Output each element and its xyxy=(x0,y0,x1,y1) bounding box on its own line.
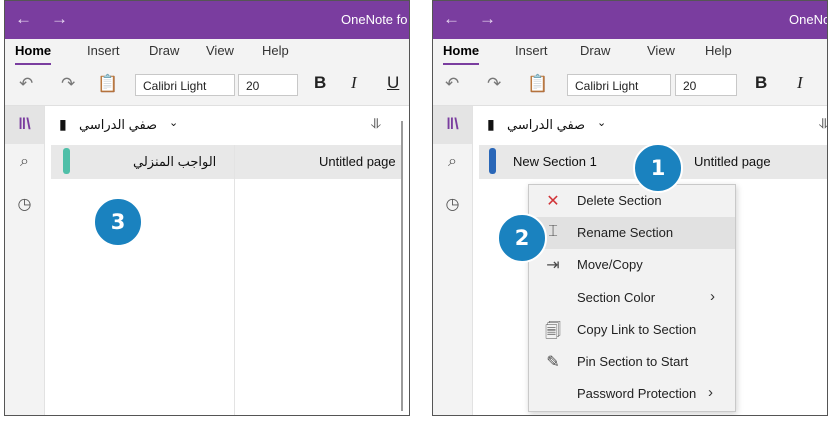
tab-draw[interactable]: Draw xyxy=(580,43,610,58)
chevron-right-icon: › xyxy=(710,288,715,305)
font-name-field[interactable]: Calibri Light xyxy=(567,74,671,96)
tab-view[interactable]: View xyxy=(647,43,675,58)
sort-icon[interactable]: ⥥ xyxy=(371,115,381,132)
page-name: Untitled page xyxy=(694,154,771,169)
clipboard-icon[interactable]: 📋 xyxy=(97,74,118,94)
title-bar: ← → OneNo xyxy=(433,1,827,39)
section-context-menu: ✕ Delete Section ⌶ Rename Section ⇥ Move… xyxy=(528,184,736,412)
pane-divider xyxy=(234,145,235,415)
italic-button[interactable]: I xyxy=(797,73,803,93)
section-name: New Section 1 xyxy=(513,154,597,169)
tab-help[interactable]: Help xyxy=(262,43,289,58)
underline-button[interactable]: U xyxy=(387,73,399,93)
app-title: OneNo xyxy=(789,12,828,27)
tab-view[interactable]: View xyxy=(206,43,234,58)
pin-icon: ✎ xyxy=(546,354,560,371)
font-size-field[interactable]: 20 xyxy=(238,74,298,96)
page-item[interactable]: Untitled page xyxy=(660,145,827,179)
tab-help[interactable]: Help xyxy=(705,43,732,58)
close-icon: ✕ xyxy=(546,193,560,210)
menu-item-pin-section[interactable]: ✎ Pin Section to Start xyxy=(529,346,735,378)
undo-icon[interactable]: ↶ xyxy=(445,74,459,94)
ribbon-tabs: Home Insert Draw View Help xyxy=(433,39,827,66)
section-name: الواجب المنزلي xyxy=(133,154,217,169)
menu-item-label: Delete Section xyxy=(577,193,662,208)
scrollbar[interactable] xyxy=(401,121,403,411)
title-bar: ← → OneNote fo xyxy=(5,1,409,39)
italic-button[interactable]: I xyxy=(351,73,357,93)
recent-clock-icon[interactable]: ◷ xyxy=(5,194,44,214)
onenote-window-right: ← → OneNo Home Insert Draw View Help ↶ ↷… xyxy=(432,0,828,416)
bold-button[interactable]: B xyxy=(314,73,326,93)
section-item[interactable]: New Section 1 xyxy=(479,145,659,179)
step-2-callout: 2 xyxy=(497,213,547,263)
page-name: Untitled page xyxy=(319,154,396,169)
menu-item-label: Pin Section to Start xyxy=(577,354,689,369)
ribbon-tabs: Home Insert Draw View Help xyxy=(5,39,409,66)
back-arrow-icon[interactable]: ← xyxy=(15,9,32,29)
page-item[interactable]: Untitled page xyxy=(235,145,401,179)
menu-item-password-protection[interactable]: Password Protection › xyxy=(529,378,735,410)
chevron-right-icon: › xyxy=(708,384,713,401)
font-name-field[interactable]: Calibri Light xyxy=(135,74,235,96)
forward-arrow-icon[interactable]: → xyxy=(479,9,496,29)
clipboard-icon[interactable]: 📋 xyxy=(527,74,548,94)
menu-item-label: Section Color xyxy=(577,290,656,305)
redo-icon[interactable]: ↷ xyxy=(61,74,75,94)
menu-item-label: Password Protection xyxy=(577,386,697,401)
nav-rail: ‖\ ⌕ ◷ xyxy=(433,106,473,415)
nav-rail: ‖\ ⌕ ◷ xyxy=(5,106,45,415)
menu-item-label: Rename Section xyxy=(577,225,674,240)
notebook-selector[interactable]: ▮ صفي الدراسي ⌄ xyxy=(487,106,677,144)
menu-item-section-color[interactable]: Section Color › xyxy=(529,282,735,314)
section-tab-icon xyxy=(63,148,70,174)
forward-arrow-icon[interactable]: → xyxy=(51,9,68,29)
font-size-field[interactable]: 20 xyxy=(675,74,737,96)
tab-home[interactable]: Home xyxy=(15,43,52,66)
app-title: OneNote fo xyxy=(341,12,408,27)
chevron-down-icon: ⌄ xyxy=(169,117,179,129)
step-1-callout: 1 xyxy=(633,143,683,193)
menu-item-delete-section[interactable]: ✕ Delete Section xyxy=(529,185,735,217)
search-icon[interactable]: ⌕ xyxy=(433,153,472,171)
notebooks-icon[interactable]: ‖\ xyxy=(433,106,472,144)
sort-icon[interactable]: ⥥ xyxy=(819,115,827,132)
notebook-icon: ▮ xyxy=(59,116,67,132)
chevron-down-icon: ⌄ xyxy=(597,117,607,129)
recent-clock-icon[interactable]: ◷ xyxy=(433,194,472,214)
ribbon-toolbar: ↶ ↷ 📋 Calibri Light 20 B I xyxy=(433,65,827,106)
onenote-window-left: ← → OneNote fo Home Insert Draw View Hel… xyxy=(4,0,410,416)
undo-icon[interactable]: ↶ xyxy=(19,74,33,94)
tab-draw[interactable]: Draw xyxy=(149,43,179,58)
ribbon-toolbar: ↶ ↷ 📋 Calibri Light 20 B I U xyxy=(5,65,409,106)
link-icon: 🗐 xyxy=(545,323,561,340)
menu-item-copy-link[interactable]: 🗐 Copy Link to Section xyxy=(529,314,735,346)
section-item[interactable]: الواجب المنزلي xyxy=(51,145,234,179)
search-icon[interactable]: ⌕ xyxy=(5,153,44,171)
notebook-selector[interactable]: ▮ صفي الدراسي ⌄ xyxy=(59,106,249,144)
menu-item-rename-section[interactable]: ⌶ Rename Section xyxy=(529,217,735,249)
menu-item-label: Copy Link to Section xyxy=(577,322,697,337)
bold-button[interactable]: B xyxy=(755,73,767,93)
step-3-callout: 3 xyxy=(93,197,143,247)
tab-insert[interactable]: Insert xyxy=(515,43,548,58)
tab-home[interactable]: Home xyxy=(443,43,480,66)
menu-item-move-copy[interactable]: ⇥ Move/Copy xyxy=(529,249,735,281)
notebook-name: صفي الدراسي xyxy=(79,117,158,132)
move-icon: ⇥ xyxy=(546,257,560,274)
notebook-icon: ▮ xyxy=(487,116,495,132)
section-tab-icon xyxy=(489,148,496,174)
notebooks-icon[interactable]: ‖\ xyxy=(5,106,44,144)
notebook-name: صفي الدراسي xyxy=(507,117,586,132)
tab-insert[interactable]: Insert xyxy=(87,43,120,58)
redo-icon[interactable]: ↷ xyxy=(487,74,501,94)
menu-item-label: Move/Copy xyxy=(577,257,643,272)
back-arrow-icon[interactable]: ← xyxy=(443,9,460,29)
